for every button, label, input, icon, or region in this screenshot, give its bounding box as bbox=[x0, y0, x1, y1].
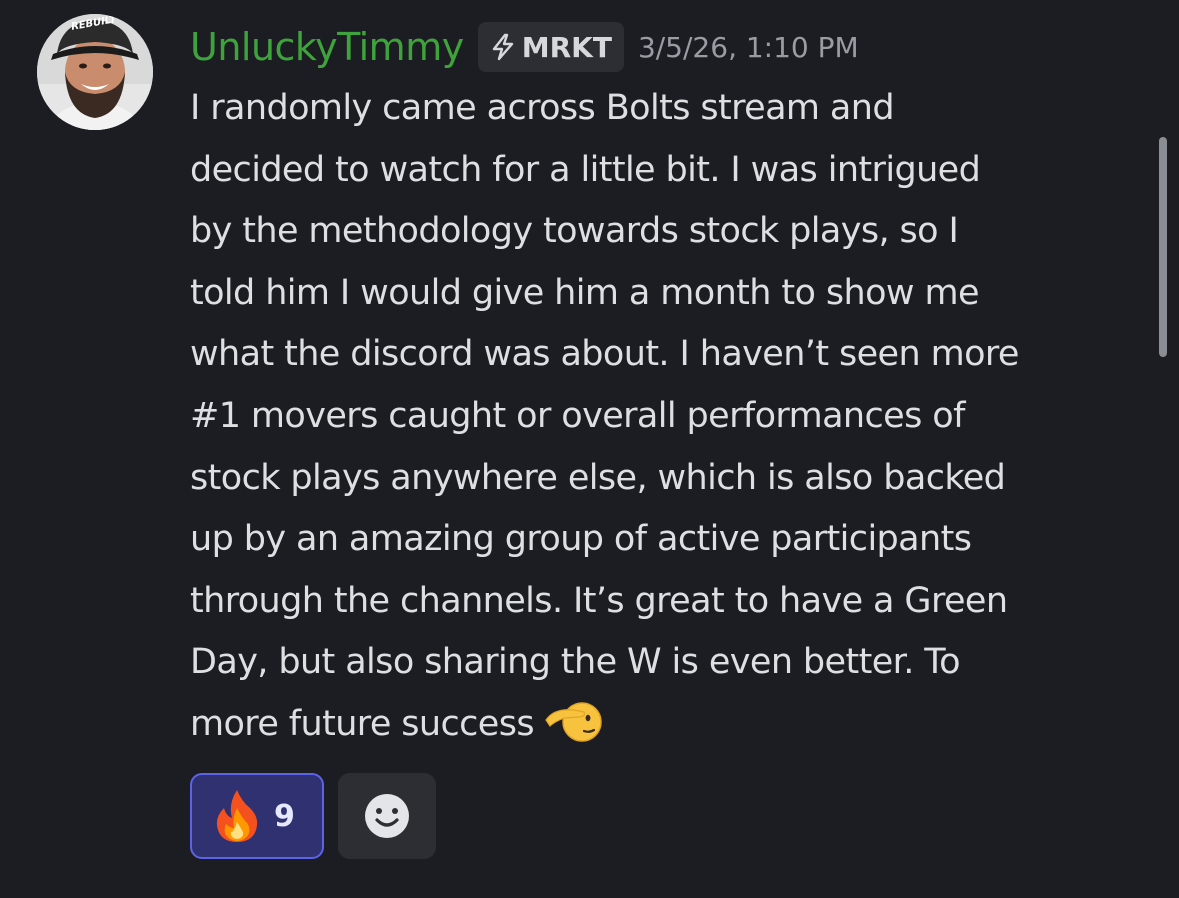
message-line: by the methodology towards stock plays, … bbox=[190, 211, 959, 252]
message-line: up by an amazing group of active partici… bbox=[190, 519, 972, 560]
message-content: UnluckyTimmy MRKT 3/5/26, 1:10 PM I rand… bbox=[190, 20, 1150, 756]
fire-emoji bbox=[216, 790, 258, 842]
lightning-bolt-icon bbox=[492, 33, 513, 61]
reaction-count: 9 bbox=[274, 798, 295, 834]
message-line: decided to watch for a little bit. I was… bbox=[190, 149, 981, 190]
message-line: stock plays anywhere else, which is also… bbox=[190, 457, 1006, 498]
chat-message: REBUILT UnluckyTimmy MRKT 3/5/26, 1:10 P… bbox=[0, 0, 1179, 898]
message-line-text: more future success bbox=[190, 703, 535, 744]
reactions-bar: 9 bbox=[190, 773, 436, 859]
message-line: #1 movers caught or overall performances… bbox=[190, 395, 965, 436]
avatar-photo bbox=[37, 14, 153, 130]
scrollbar-thumb[interactable] bbox=[1159, 137, 1167, 357]
username[interactable]: UnluckyTimmy bbox=[190, 25, 464, 69]
add-reaction-button[interactable] bbox=[338, 773, 436, 859]
message-body: I randomly came across Bolts stream and … bbox=[190, 78, 1150, 756]
message-line-last: more future success bbox=[190, 694, 1150, 756]
reaction-fire[interactable]: 9 bbox=[190, 773, 324, 859]
message-line: Day, but also sharing the W is even bett… bbox=[190, 642, 961, 683]
message-header: UnluckyTimmy MRKT 3/5/26, 1:10 PM bbox=[190, 20, 1150, 74]
message-line: through the channels. It’s great to have… bbox=[190, 580, 1008, 621]
server-tag[interactable]: MRKT bbox=[477, 22, 624, 72]
server-tag-label: MRKT bbox=[521, 30, 612, 64]
message-line: told him I would give him a month to sho… bbox=[190, 272, 979, 313]
timestamp: 3/5/26, 1:10 PM bbox=[637, 30, 859, 64]
message-line: I randomly came across Bolts stream and bbox=[190, 88, 895, 128]
message-line: what the discord was about. I haven’t se… bbox=[190, 334, 1019, 375]
avatar[interactable]: REBUILT bbox=[37, 14, 153, 130]
saluting-face-emoji bbox=[545, 702, 602, 742]
smiley-face-icon bbox=[365, 794, 409, 838]
